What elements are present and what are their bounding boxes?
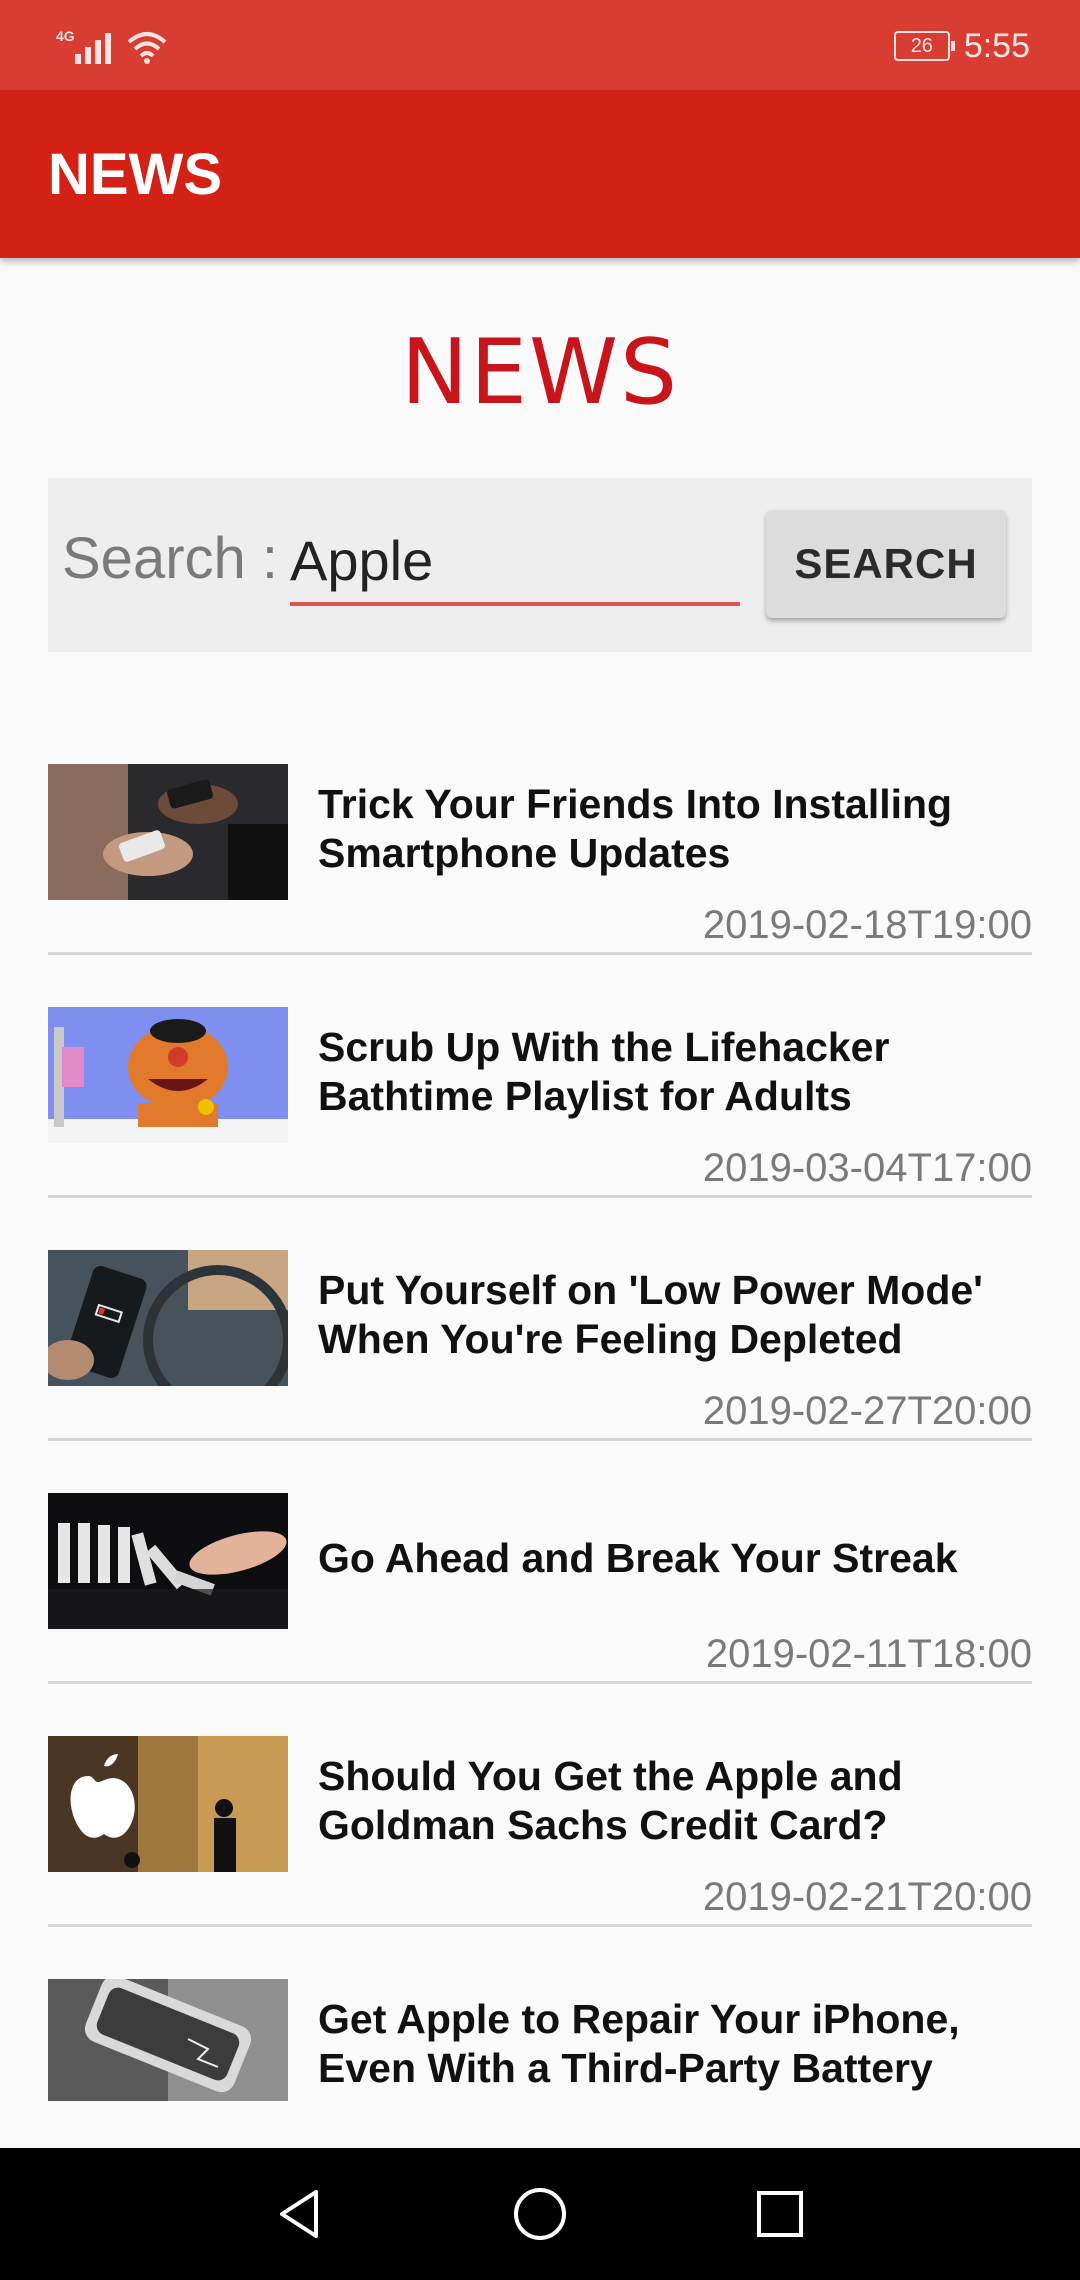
news-thumbnail xyxy=(48,1979,288,2115)
news-thumbnail xyxy=(48,1736,288,1872)
news-date: 2019-02-11T18:00 xyxy=(705,1632,1032,1676)
news-item[interactable]: Trick Your Friends Into Installing Smart… xyxy=(48,764,1032,1007)
recents-square-icon[interactable] xyxy=(742,2176,818,2252)
news-title: Get Apple to Repair Your iPhone, Even Wi… xyxy=(318,1996,960,2091)
divider xyxy=(48,1924,1032,1927)
wifi-icon xyxy=(127,32,167,64)
app-bar: NEWS xyxy=(0,90,1080,258)
search-panel: Search : SEARCH xyxy=(48,478,1032,652)
home-circle-icon[interactable] xyxy=(502,2176,578,2252)
page-title: NEWS xyxy=(400,320,680,425)
divider xyxy=(48,1681,1032,1684)
back-triangle-icon[interactable] xyxy=(262,2176,338,2252)
news-item[interactable]: Scrub Up With the Lifehacker Bathtime Pl… xyxy=(48,1007,1032,1250)
signal-icon xyxy=(74,32,111,64)
news-date: 2019-02-18T19:00 xyxy=(702,903,1032,947)
news-thumbnail xyxy=(48,764,288,900)
divider xyxy=(48,1195,1032,1198)
status-right: 26 5:55 xyxy=(893,22,1030,70)
divider xyxy=(48,952,1032,955)
news-title: Should You Get the Apple and Goldman Sac… xyxy=(318,1753,903,1848)
news-thumbnail xyxy=(48,1250,288,1386)
news-title: Go Ahead and Break Your Streak xyxy=(318,1534,958,1581)
status-left: 4G xyxy=(56,24,167,64)
news-title: Put Yourself on 'Low Power Mode' When Yo… xyxy=(318,1267,983,1362)
app-bar-title: NEWS xyxy=(48,142,222,207)
search-button[interactable]: SEARCH xyxy=(766,510,1006,618)
news-list: Trick Your Friends Into Installing Smart… xyxy=(48,764,1032,2222)
news-title: Trick Your Friends Into Installing Smart… xyxy=(318,781,953,876)
clock: 5:55 xyxy=(963,26,1030,65)
news-item[interactable]: Put Yourself on 'Low Power Mode' When Yo… xyxy=(48,1250,1032,1493)
news-title: Scrub Up With the Lifehacker Bathtime Pl… xyxy=(318,1024,890,1119)
news-item[interactable]: Should You Get the Apple and Goldman Sac… xyxy=(48,1736,1032,1979)
battery-icon: 26 xyxy=(893,31,955,61)
news-date: 2019-03-04T17:00 xyxy=(702,1146,1032,1190)
divider xyxy=(48,1438,1032,1441)
news-date: 2019-02-21T20:00 xyxy=(702,1875,1032,1919)
search-input[interactable] xyxy=(290,518,740,606)
navigation-bar xyxy=(0,2148,1080,2280)
news-thumbnail xyxy=(48,1493,288,1629)
news-thumbnail xyxy=(48,1007,288,1143)
status-bar: 4G 26 5:55 xyxy=(0,0,1080,90)
network-type: 4G xyxy=(56,28,75,44)
search-label: Search : xyxy=(62,526,278,591)
news-item[interactable]: Go Ahead and Break Your Streak 2019-02-1… xyxy=(48,1493,1032,1736)
news-date: 2019-02-27T20:00 xyxy=(702,1389,1032,1433)
